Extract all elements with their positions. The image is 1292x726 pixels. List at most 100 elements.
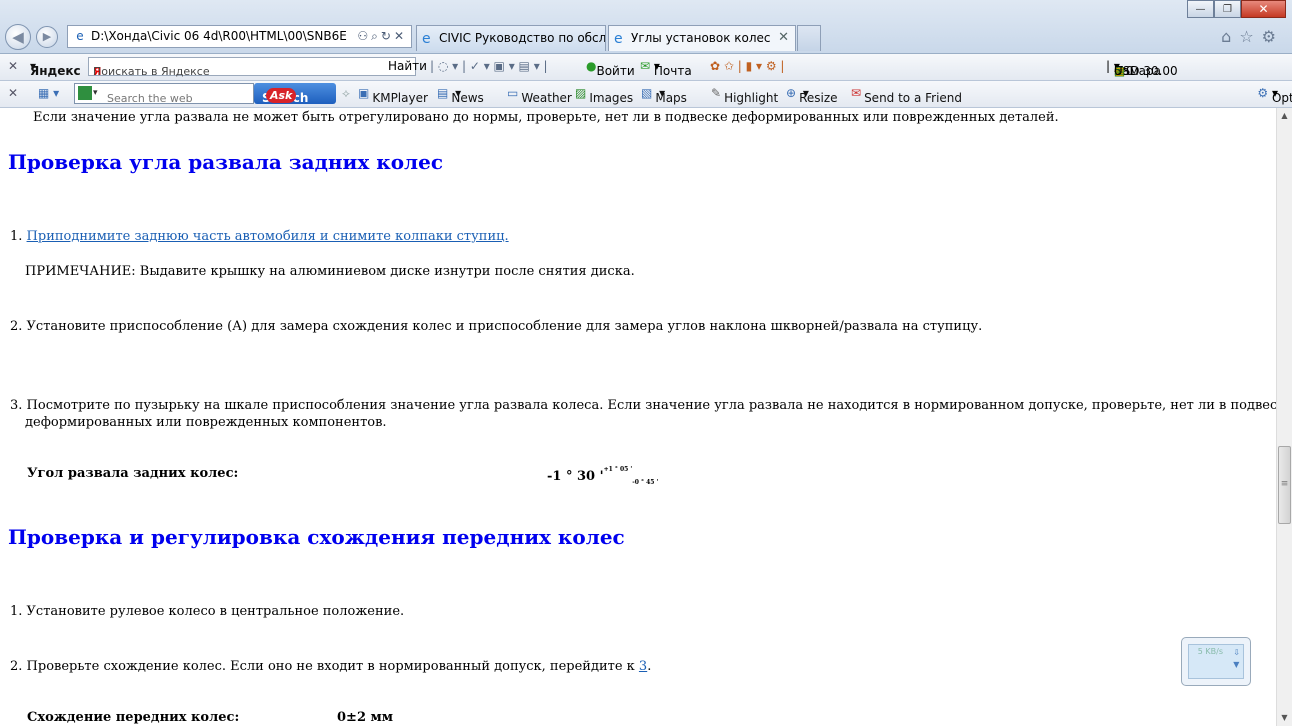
scroll-thumb[interactable]: ≡ xyxy=(1278,446,1291,524)
browser-right-icons: ⌂☆⚙ xyxy=(1221,27,1284,46)
maps-button[interactable]: ▧ Maps ▾ xyxy=(641,86,687,105)
intro-text: Если значение угла развала не может быть… xyxy=(33,110,1059,125)
scroll-down-arrow-icon[interactable]: ▼ xyxy=(1277,710,1292,726)
speed-panel: 5 KB/s ⇩ ▼ xyxy=(1188,644,1244,679)
maps-icon: ▧ xyxy=(641,86,653,100)
s2-step-2: 2. Проверьте схождение колес. Если оно н… xyxy=(10,659,651,674)
login-icon: ● xyxy=(586,59,597,73)
s2-step-2-text: 2. Проверьте схождение колес. Если оно н… xyxy=(10,659,639,674)
yandex-toolbar: ✕ Яндекс ▾ Я Поискать в Яндексе Найти | … xyxy=(0,54,1292,81)
tab-civic-manual[interactable]: e CIVIC Руководство по обслуж... xyxy=(416,25,606,51)
yandex-extra-icons[interactable]: ✿ ✩ | ▮ ▾ ⚙ | xyxy=(710,59,784,73)
ie-icon: e xyxy=(422,31,431,47)
step-number: 1. xyxy=(10,229,23,244)
search-icon[interactable]: ⌕ xyxy=(371,29,381,43)
step-3-link[interactable]: 3 xyxy=(639,659,647,674)
yandex-brand-text: Яндекс xyxy=(30,64,81,78)
step-3-line-1: 3. Посмотрите по пузырьку на шкале присп… xyxy=(10,398,1276,413)
yandex-search-placeholder: Поискать в Яндексе xyxy=(93,65,210,78)
ask-search-input[interactable]: ▾ Search the web xyxy=(74,83,254,105)
kmplayer-label: KMPlayer xyxy=(372,91,428,105)
favorites-star-icon[interactable]: ☆ xyxy=(1239,27,1261,46)
resize-button[interactable]: ⊕ Resize ▾ xyxy=(786,86,838,105)
close-toolbar-icon[interactable]: ✕ xyxy=(8,86,18,100)
s2-step-1: 1. Установите рулевое колесо в центральн… xyxy=(10,604,405,619)
toolbar-separator-icon: ⟡ xyxy=(342,86,350,100)
resize-label: Resize xyxy=(799,91,838,105)
ask-toolbar: ✕ ▦ ▾ ▾ Search the web SearchAsk ⟡ ▣KMPla… xyxy=(0,81,1292,108)
yandex-login-button[interactable]: ● Войти xyxy=(586,59,635,78)
mail-text: Почта xyxy=(653,64,692,78)
kmplayer-button[interactable]: ▣ KMPlayer xyxy=(358,86,428,105)
home-icon[interactable]: ⌂ xyxy=(1221,27,1239,46)
back-button[interactable]: ◀ xyxy=(5,24,31,50)
news-icon: ▤ xyxy=(437,86,449,100)
close-window-button[interactable]: ✕ xyxy=(1241,0,1286,18)
ie-icon: e xyxy=(614,31,623,47)
tab-wheel-angles[interactable]: e Углы установок колес ✕ xyxy=(608,25,796,51)
images-icon: ▨ xyxy=(575,86,587,100)
send-icon: ✉ xyxy=(851,86,862,100)
login-text: Войти xyxy=(596,64,635,78)
send-to-friend-button[interactable]: ✉ Send to a Friend xyxy=(851,86,962,105)
tolerance-plus: +1 ° 05 ' xyxy=(603,466,633,473)
minimize-button[interactable]: — xyxy=(1187,0,1214,18)
vertical-scrollbar[interactable]: ▲ ≡ ▼ xyxy=(1276,108,1292,726)
address-bar[interactable]: e D:\Хонда\Civic 06 4d\R00\HTML\00\SNB6E … xyxy=(67,25,412,48)
compat-icon[interactable]: ⚇ xyxy=(357,29,371,43)
ask-search-placeholder: Search the web xyxy=(107,92,193,105)
section-title-front-toe: Проверка и регулировка схождения передни… xyxy=(8,525,625,549)
close-toolbar-icon[interactable]: ✕ xyxy=(8,59,18,73)
refresh-icon[interactable]: ↻ xyxy=(381,29,394,43)
yandex-mail-button[interactable]: ✉ Почта ▾ xyxy=(640,59,692,78)
toolbar-menu-icon[interactable]: ▦ ▾ xyxy=(38,86,59,100)
s2-step-2-end: . xyxy=(647,659,652,674)
step-1: 1. Приподнимите заднюю часть автомобиля … xyxy=(10,229,509,244)
send-to-friend-label: Send to a Friend xyxy=(864,91,963,105)
maximize-button[interactable]: ❐ xyxy=(1214,0,1241,18)
yandex-brand[interactable]: Яндекс ▾ xyxy=(30,59,81,78)
yandex-weather-widget[interactable]: | Самара ☀ -10 ■ 5 ▤ USD 30.00 ▾ xyxy=(1106,59,1178,78)
options-button[interactable]: ⚙ Options ▾ xyxy=(1257,86,1292,105)
close-tab-icon[interactable]: ✕ xyxy=(778,26,789,50)
weather-icon: ▭ xyxy=(507,86,519,100)
ask-logo: Ask xyxy=(266,88,297,103)
forward-button[interactable]: ▶ xyxy=(36,26,58,48)
scroll-up-arrow-icon[interactable]: ▲ xyxy=(1277,108,1292,124)
spec-front-toe-label: Схождение передних колес: xyxy=(27,710,240,725)
gear-icon[interactable]: ⚙ xyxy=(1262,27,1284,46)
currency-text: USD 30.00 xyxy=(1113,64,1178,78)
weather-label: Weather xyxy=(521,91,572,105)
mail-icon: ✉ xyxy=(640,59,651,73)
step-1-link[interactable]: Приподнимите заднюю часть автомобиля и с… xyxy=(27,229,509,244)
highlight-button[interactable]: ✎ Highlight xyxy=(711,86,778,105)
new-tab-button[interactable] xyxy=(797,25,821,51)
images-button[interactable]: ▨ Images xyxy=(575,86,633,105)
yandex-find-button[interactable]: Найти xyxy=(388,59,427,73)
stop-icon[interactable]: ✕ xyxy=(394,29,407,43)
yandex-search-input[interactable]: Я Поискать в Яндексе xyxy=(88,57,416,78)
news-button[interactable]: ▤ News ▾ xyxy=(437,86,484,105)
arrow-left-icon: ◀ xyxy=(12,28,24,46)
tab-label: CIVIC Руководство по обслуж... xyxy=(439,31,606,45)
highlight-icon: ✎ xyxy=(711,86,722,100)
yandex-tools-icons[interactable]: | ◌ ▾ | ✓ ▾ ▣ ▾ ▤ ▾ | xyxy=(430,59,548,73)
dropdown-icon: ▾ xyxy=(93,88,98,98)
network-speed-widget[interactable]: 5 KB/s ⇩ ▼ xyxy=(1181,637,1251,686)
resize-icon: ⊕ xyxy=(786,86,797,100)
options-icon: ⚙ xyxy=(1257,86,1269,100)
note-text: ПРИМЕЧАНИЕ: Выдавите крышку на алюминиев… xyxy=(25,264,635,279)
speed-text: 5 KB/s xyxy=(1197,647,1223,656)
step-3-line-2: деформированных или поврежденных компоне… xyxy=(25,415,387,430)
step-2: 2. Установите приспособление (А) для зам… xyxy=(10,319,983,334)
weather-button[interactable]: ▭ Weather xyxy=(507,86,572,105)
ask-search-button[interactable]: SearchAsk xyxy=(254,83,336,105)
address-text: D:\Хонда\Civic 06 4d\R00\HTML\00\SNB6E xyxy=(91,29,347,43)
window-controls: — ❐ ✕ xyxy=(1187,0,1286,19)
kmplayer-icon: ▣ xyxy=(358,86,370,100)
engine-icon xyxy=(78,86,92,100)
news-label: News xyxy=(451,91,484,105)
up-down-arrows-icon: ⇩ ▼ xyxy=(1233,648,1240,669)
address-controls[interactable]: ⚇⌕↻✕ xyxy=(357,26,407,47)
page-icon: e xyxy=(76,29,84,43)
